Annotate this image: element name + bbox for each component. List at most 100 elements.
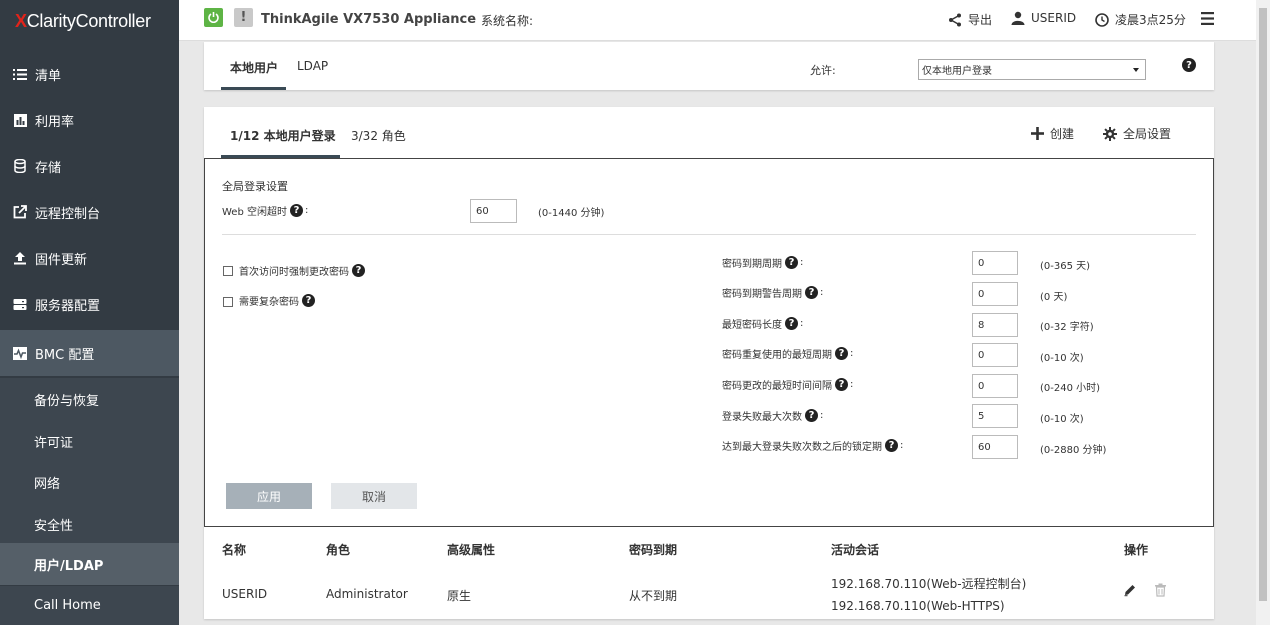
tab-roles[interactable]: 3/32 角色 <box>351 127 406 144</box>
tab-local-user-logins[interactable]: 1/12 本地用户登录 <box>230 127 336 144</box>
help-icon[interactable]: ? <box>352 264 365 277</box>
help-icon[interactable]: ? <box>785 256 798 269</box>
export-button[interactable]: 导出 <box>948 11 992 28</box>
global-login-title: 全局登录设置 <box>222 180 288 193</box>
help-icon[interactable]: ? <box>289 204 303 217</box>
allow-label: 允许: <box>810 64 836 77</box>
password-expiration-input[interactable]: 0 <box>972 251 1018 275</box>
sidebar-item-firmware-update[interactable]: 固件更新 <box>0 235 179 281</box>
password-expiration-label: 密码到期周期?: <box>722 256 804 270</box>
user-label: USERID <box>1031 11 1077 25</box>
sidebar-item-label: 清单 <box>35 68 62 84</box>
global-settings-button[interactable]: 全局设置 <box>1103 125 1171 142</box>
password-expiry-warning-input[interactable]: 0 <box>972 282 1018 306</box>
local-user-login-card: 1/12 本地用户登录 3/32 角色 创建 全局设置 全局登录设置 Web 空… <box>204 107 1214 619</box>
column-header-advanced-attrs: 高级属性 <box>447 543 496 557</box>
share-icon <box>949 13 961 26</box>
help-icon[interactable]: ? <box>835 378 848 391</box>
min-password-length-input[interactable]: 8 <box>972 313 1018 337</box>
subnav-item-security[interactable]: 安全性 <box>0 503 179 545</box>
help-icon[interactable]: ? <box>885 439 898 452</box>
force-change-password-label: 首次访问时强制更改密码? <box>239 263 367 278</box>
plus-icon <box>1031 127 1044 140</box>
field-label-text: 密码重复使用的最短周期 <box>722 350 832 361</box>
global-login-settings-panel: 全局登录设置 Web 空闲超时?: 60 (0-1440 分钟) 首次访问时强制… <box>204 158 1214 527</box>
field-label-text: 登录失败最大次数 <box>722 412 802 423</box>
field-label-text: 密码更改的最短时间间隔 <box>722 381 832 392</box>
allow-select[interactable]: 仅本地用户登录 <box>918 59 1146 80</box>
create-label: 创建 <box>1050 127 1075 141</box>
complex-password-label: 需要复杂密码? <box>239 293 317 308</box>
page-scrollbar[interactable] <box>1256 0 1270 625</box>
sidebar-item-storage[interactable]: 存储 <box>0 143 179 189</box>
power-status-button[interactable] <box>204 8 223 27</box>
min-password-length-label: 最短密码长度?: <box>722 317 804 331</box>
sidebar-item-remote-console[interactable]: 远程控制台 <box>0 189 179 235</box>
password-reuse-cycle-input[interactable]: 0 <box>972 343 1018 367</box>
caret-down-icon <box>1133 68 1139 72</box>
cell-session-2: 192.168.70.110(Web-HTTPS) <box>831 599 1005 613</box>
allow-select-value: 仅本地用户登录 <box>922 66 992 77</box>
web-timeout-label: Web 空闲超时?: <box>222 204 309 218</box>
gear-icon <box>1103 126 1117 141</box>
global-settings-label: 全局设置 <box>1123 127 1172 141</box>
cancel-button[interactable]: 取消 <box>331 483 417 509</box>
sidebar-item-label: 固件更新 <box>35 252 88 268</box>
sidebar-item-server-config[interactable]: 服务器配置 <box>0 281 179 327</box>
server-icon <box>12 296 28 312</box>
subnav-item-call-home[interactable]: Call Home <box>0 586 179 625</box>
export-label: 导出 <box>968 13 993 27</box>
sidebar: X Clarity Controller 清单 利用率 存储 远程控制台 固件更新 <box>0 0 179 625</box>
complex-password-checkbox[interactable] <box>223 297 233 307</box>
user-menu[interactable]: USERID <box>1011 11 1076 25</box>
subnav-item-label: 用户/LDAP <box>34 558 104 574</box>
min-password-length-hint: (0-32 字符) <box>1040 322 1094 333</box>
create-user-button[interactable]: 创建 <box>1031 125 1074 142</box>
max-login-failures-input[interactable]: 5 <box>972 404 1018 428</box>
subnav-item-backup-restore[interactable]: 备份与恢复 <box>0 378 179 420</box>
system-name-label: 系统名称: <box>481 14 534 28</box>
edit-icon[interactable] <box>1123 583 1137 600</box>
trash-icon[interactable] <box>1154 583 1167 600</box>
sidebar-item-inventory[interactable]: 清单 <box>0 51 179 97</box>
password-expiration-hint: (0-365 天) <box>1040 261 1091 272</box>
database-icon <box>12 158 28 174</box>
checkbox-label-text: 首次访问时强制更改密码 <box>239 267 349 278</box>
help-icon[interactable]: ? <box>302 294 315 307</box>
brand-controller: Controller <box>75 10 151 31</box>
top-header: ! ThinkAgile VX7530 Appliance 系统名称: 导出 U… <box>179 0 1256 41</box>
help-icon[interactable]: ? <box>835 347 848 360</box>
help-icon[interactable]: ? <box>785 317 798 330</box>
user-type-tabs-card: 本地用户 LDAP 允许: 仅本地用户登录 ? <box>204 42 1214 90</box>
lockout-period-input[interactable]: 60 <box>972 435 1018 459</box>
subnav-item-license[interactable]: 许可证 <box>0 420 179 462</box>
force-change-password-checkbox[interactable] <box>223 266 233 276</box>
sidebar-item-label: 服务器配置 <box>35 298 101 314</box>
help-icon[interactable]: ? <box>1182 58 1196 72</box>
help-icon[interactable]: ? <box>805 409 818 422</box>
tab-ldap[interactable]: LDAP <box>297 59 328 73</box>
field-label-text: 达到最大登录失败次数之后的锁定期 <box>722 442 882 453</box>
cell-password-expiry: 从不到期 <box>629 589 678 603</box>
warning-status-button[interactable]: ! <box>234 8 253 27</box>
apply-button[interactable]: 应用 <box>226 483 312 509</box>
user-icon <box>1011 11 1025 25</box>
scrollbar-thumb[interactable] <box>1259 8 1267 601</box>
web-timeout-input[interactable]: 60 <box>470 199 517 223</box>
subnav-item-label: Call Home <box>34 598 101 613</box>
power-icon <box>208 12 219 23</box>
bar-chart-icon <box>12 112 28 128</box>
sidebar-item-utilization[interactable]: 利用率 <box>0 97 179 143</box>
clock-icon <box>1095 12 1109 27</box>
sidebar-item-label: 远程控制台 <box>35 206 101 222</box>
sidebar-item-label: 利用率 <box>35 114 75 130</box>
min-password-change-interval-input[interactable]: 0 <box>972 374 1018 398</box>
sidebar-item-bmc-config[interactable]: BMC 配置 <box>0 330 179 376</box>
help-icon[interactable]: ? <box>805 286 818 299</box>
tab-local-users[interactable]: 本地用户 <box>230 59 278 76</box>
subnav-item-users-ldap[interactable]: 用户/LDAP <box>0 543 179 585</box>
hamburger-menu-button[interactable] <box>1201 11 1220 26</box>
table-row: USERID Administrator 原生 从不到期 192.168.70.… <box>204 567 1214 619</box>
pulse-icon <box>12 345 28 361</box>
subnav-item-network[interactable]: 网络 <box>0 461 179 503</box>
